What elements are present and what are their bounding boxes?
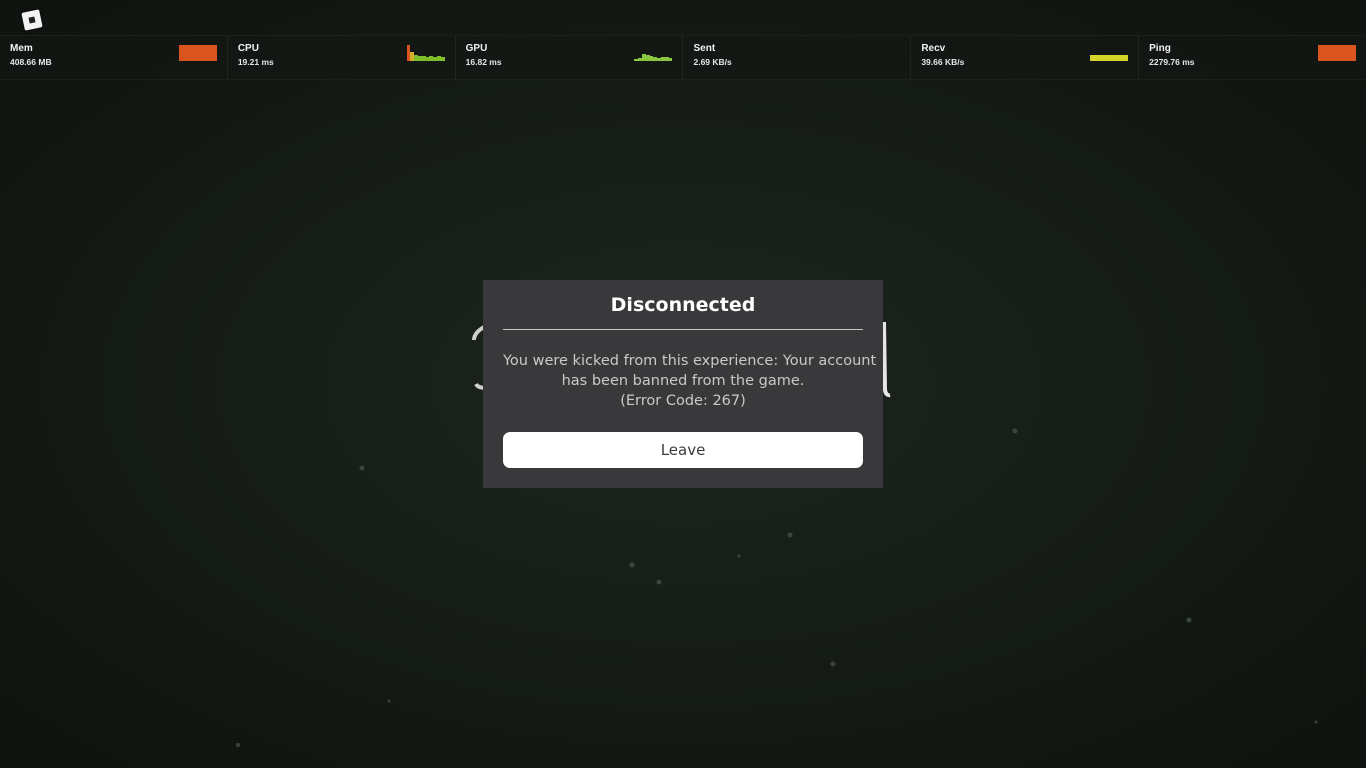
dust-particle	[387, 699, 391, 703]
dialog-message-line: has been banned from the game.	[561, 373, 805, 389]
dust-particle	[1012, 428, 1018, 434]
dust-particle	[656, 579, 662, 585]
dust-particle	[1314, 720, 1318, 724]
dust-particle	[737, 554, 741, 558]
dust-particle	[629, 562, 635, 568]
stat-graph	[406, 45, 445, 61]
disconnected-dialog: Disconnected You were kicked from this e…	[483, 280, 883, 488]
dust-particle	[236, 743, 240, 747]
dust-particle	[359, 465, 365, 471]
roblox-menu-button[interactable]	[14, 4, 50, 36]
stat-graph	[634, 45, 673, 61]
stat-graph	[862, 45, 900, 61]
stat-graph	[178, 45, 217, 61]
roblox-logo-icon	[21, 9, 43, 31]
stat-graph-bar	[1124, 54, 1129, 61]
dust-particle	[830, 661, 836, 667]
stat-cpu[interactable]: CPU 19.21 ms	[228, 36, 456, 79]
stat-graph-bar	[213, 45, 217, 61]
leave-button[interactable]: Leave	[503, 432, 863, 468]
stat-graph-bar	[440, 56, 445, 61]
stat-graph	[1090, 45, 1129, 61]
stat-graph-bar	[668, 57, 673, 61]
stat-ping[interactable]: Ping 2279.76 ms	[1139, 36, 1366, 79]
dialog-title: Disconnected	[610, 294, 756, 316]
dust-particle	[1186, 617, 1192, 623]
stat-sent[interactable]: Sent 2.69 KB/s	[683, 36, 912, 79]
dialog-message: You were kicked from this experience: Yo…	[503, 351, 877, 411]
stat-graph-bar	[1352, 45, 1356, 61]
performance-stats-bar: Mem 408.66 MB CPU 19.21 ms GPU 16.82 ms …	[0, 35, 1366, 80]
stat-graph	[1317, 45, 1356, 61]
dust-particle	[787, 532, 793, 538]
stat-mem[interactable]: Mem 408.66 MB	[0, 36, 228, 79]
dialog-divider	[503, 329, 863, 330]
background-logo-fragment-right	[882, 321, 891, 398]
stat-gpu[interactable]: GPU 16.82 ms	[456, 36, 684, 79]
dialog-message-line: You were kicked from this experience: Yo…	[503, 353, 877, 369]
dialog-error-code: (Error Code: 267)	[620, 393, 746, 409]
stat-recv[interactable]: Recv 39.66 KB/s	[911, 36, 1140, 79]
